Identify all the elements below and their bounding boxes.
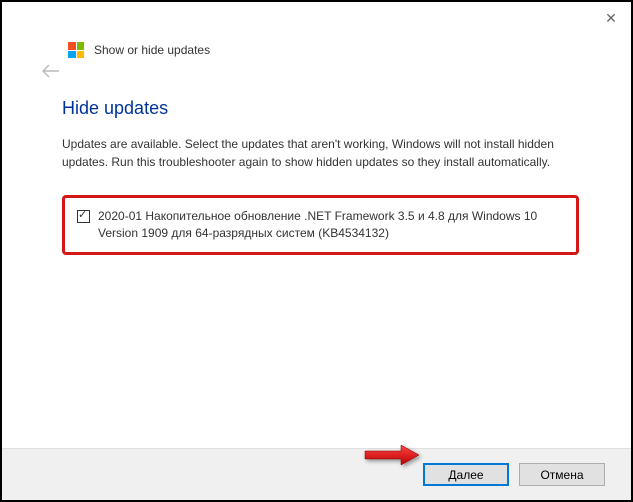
footer: Далее Отмена: [2, 448, 631, 500]
page-heading: Hide updates: [62, 98, 579, 119]
windows-logo-icon: [68, 42, 84, 58]
header: Show or hide updates: [2, 34, 631, 58]
update-label: 2020-01 Накопительное обновление .NET Fr…: [98, 208, 564, 242]
close-button[interactable]: ✕: [605, 12, 617, 24]
update-checkbox[interactable]: [77, 210, 90, 223]
cancel-button[interactable]: Отмена: [519, 463, 605, 486]
dialog-window: ✕ Show or hide updates Hide updates Upda…: [2, 2, 631, 500]
next-button[interactable]: Далее: [423, 463, 509, 486]
window-title: Show or hide updates: [94, 43, 210, 57]
title-bar: ✕: [2, 2, 631, 34]
content-area: Hide updates Updates are available. Sele…: [2, 58, 631, 255]
back-arrow-icon: [42, 62, 60, 83]
page-description: Updates are available. Select the update…: [62, 135, 579, 171]
updates-list: 2020-01 Накопительное обновление .NET Fr…: [62, 195, 579, 255]
update-item[interactable]: 2020-01 Накопительное обновление .NET Fr…: [77, 208, 564, 242]
